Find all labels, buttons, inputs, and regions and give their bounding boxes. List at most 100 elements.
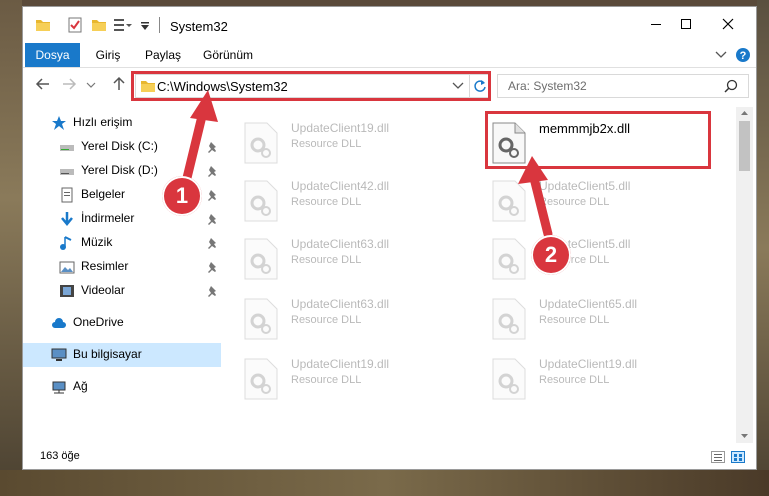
sidebar-item-label: Bu bilgisayar [73, 347, 142, 361]
details-view-icon[interactable] [711, 451, 725, 463]
chevron-down-icon [86, 82, 96, 88]
sidebar-item-videos[interactable]: Videolar [23, 279, 221, 303]
minimize-icon [651, 24, 661, 25]
file-name: UpdateClient5.dll [539, 179, 631, 193]
customize-toolbar-icon[interactable] [140, 17, 150, 33]
scroll-down-icon[interactable] [740, 433, 749, 439]
dll-file-icon [244, 238, 278, 280]
navigation-pane: Hızlı erişim Yerel Disk (C:) Yerel Disk … [23, 107, 221, 442]
videos-icon [60, 285, 74, 297]
cloud-icon [52, 318, 66, 328]
dll-file-icon [244, 298, 278, 340]
dll-file-icon [244, 358, 278, 400]
ribbon: Dosya Giriş Paylaş Görünüm ? [23, 43, 756, 68]
file-item[interactable]: UpdateClient63.dll Resource DLL [243, 233, 473, 285]
file-item[interactable]: UpdateClient19.dll Resource DLL [491, 353, 721, 405]
file-type: Resource DLL [539, 374, 610, 386]
file-type: Resource DLL [291, 196, 362, 208]
sidebar-item-local-disk-c[interactable]: Yerel Disk (C:) [23, 135, 221, 159]
file-type: Resource DLL [291, 138, 362, 150]
file-type: Resource DLL [539, 196, 610, 208]
file-item[interactable]: UpdateClient5.dll Resource DLL [491, 233, 721, 285]
window-title: System32 [170, 19, 228, 34]
star-icon [52, 116, 66, 130]
sidebar-item-this-pc[interactable]: Bu bilgisayar [23, 343, 221, 367]
arrow-left-icon [35, 78, 49, 90]
drive-icon [60, 169, 74, 175]
file-name: UpdateClient19.dll [291, 121, 390, 135]
sidebar-item-label: Videolar [81, 283, 125, 297]
up-button[interactable] [109, 76, 129, 97]
forward-button[interactable] [59, 76, 79, 97]
search-icon [724, 79, 738, 93]
new-folder-icon[interactable] [91, 17, 107, 33]
sidebar-item-label: Yerel Disk (C:) [81, 139, 158, 153]
help-icon[interactable]: ? [735, 47, 751, 63]
chevron-down-icon[interactable] [715, 51, 727, 59]
close-icon [722, 18, 734, 30]
desktop-background-right [757, 0, 769, 496]
explorer-window: System32 Dosya Giriş Paylaş Görünüm ? C:… [22, 6, 757, 470]
search-input[interactable]: Ara: System32 [497, 74, 749, 98]
tab-paylas[interactable]: Paylaş [138, 43, 188, 67]
network-icon [52, 381, 66, 394]
sidebar-item-pictures[interactable]: Resimler [23, 255, 221, 279]
recent-locations-button[interactable] [85, 76, 97, 97]
close-button[interactable] [713, 15, 743, 37]
title-separator [159, 17, 160, 33]
scrollbar-thumb[interactable] [739, 121, 750, 171]
pin-icon [208, 166, 216, 177]
pin-icon [208, 190, 216, 201]
sidebar-item-label: Belgeler [81, 187, 126, 201]
view-options-icon[interactable] [113, 17, 133, 33]
computer-icon [51, 348, 67, 361]
pin-icon [208, 262, 216, 273]
minimize-button[interactable] [641, 15, 671, 37]
sidebar-item-onedrive[interactable]: OneDrive [23, 311, 221, 335]
pin-icon [208, 238, 216, 249]
file-item[interactable]: UpdateClient5.dll Resource DLL [491, 175, 721, 227]
vertical-scrollbar[interactable] [736, 107, 753, 443]
tab-dosya[interactable]: Dosya [25, 43, 80, 67]
dll-file-icon [244, 180, 278, 222]
arrow-right-icon [63, 78, 77, 90]
sidebar-item-quick-access[interactable]: Hızlı erişim [23, 111, 221, 135]
desktop-background-bottom [0, 470, 769, 496]
properties-icon[interactable] [67, 17, 83, 33]
step-badge-1: 1 [162, 176, 202, 216]
tab-gorunum[interactable]: Görünüm [198, 43, 258, 67]
dll-file-icon [492, 358, 526, 400]
sidebar-item-music[interactable]: Müzik [23, 231, 221, 255]
file-item[interactable]: UpdateClient19.dll Resource DLL [243, 353, 473, 405]
file-name: UpdateClient19.dll [539, 357, 638, 371]
file-item[interactable]: UpdateClient65.dll Resource DLL [491, 293, 721, 345]
sidebar-item-label: OneDrive [73, 315, 124, 329]
dll-file-icon [492, 238, 526, 280]
sidebar-item-label: Resimler [81, 259, 129, 273]
tab-giris[interactable]: Giriş [88, 43, 128, 67]
file-type: Resource DLL [291, 314, 362, 326]
sidebar-item-network[interactable]: Ağ [23, 375, 221, 399]
folder-icon [36, 20, 50, 31]
sidebar-item-label: Ağ [73, 379, 88, 393]
maximize-button[interactable] [671, 15, 701, 37]
file-name: UpdateClient19.dll [291, 357, 390, 371]
pin-icon [208, 142, 216, 153]
back-button[interactable] [33, 76, 53, 97]
file-item[interactable]: UpdateClient63.dll Resource DLL [243, 293, 473, 345]
file-item[interactable]: UpdateClient19.dll Resource DLL [243, 117, 473, 169]
sidebar-item-label: İndirmeler [81, 211, 135, 225]
file-name: UpdateClient63.dll [291, 297, 390, 311]
scroll-up-icon[interactable] [740, 110, 749, 116]
documents-icon [61, 187, 73, 203]
search-placeholder: Ara: System32 [508, 79, 587, 93]
file-type: Resource DLL [291, 254, 362, 266]
status-bar: 163 öğe [23, 443, 756, 469]
file-item[interactable]: UpdateClient42.dll Resource DLL [243, 175, 473, 227]
title-bar: System32 [23, 7, 756, 43]
large-icons-view-icon[interactable] [731, 451, 745, 463]
desktop-background-left [0, 0, 22, 496]
sidebar-item-label: Müzik [81, 235, 113, 249]
step-badge-2: 2 [531, 235, 571, 275]
music-icon [60, 236, 72, 250]
